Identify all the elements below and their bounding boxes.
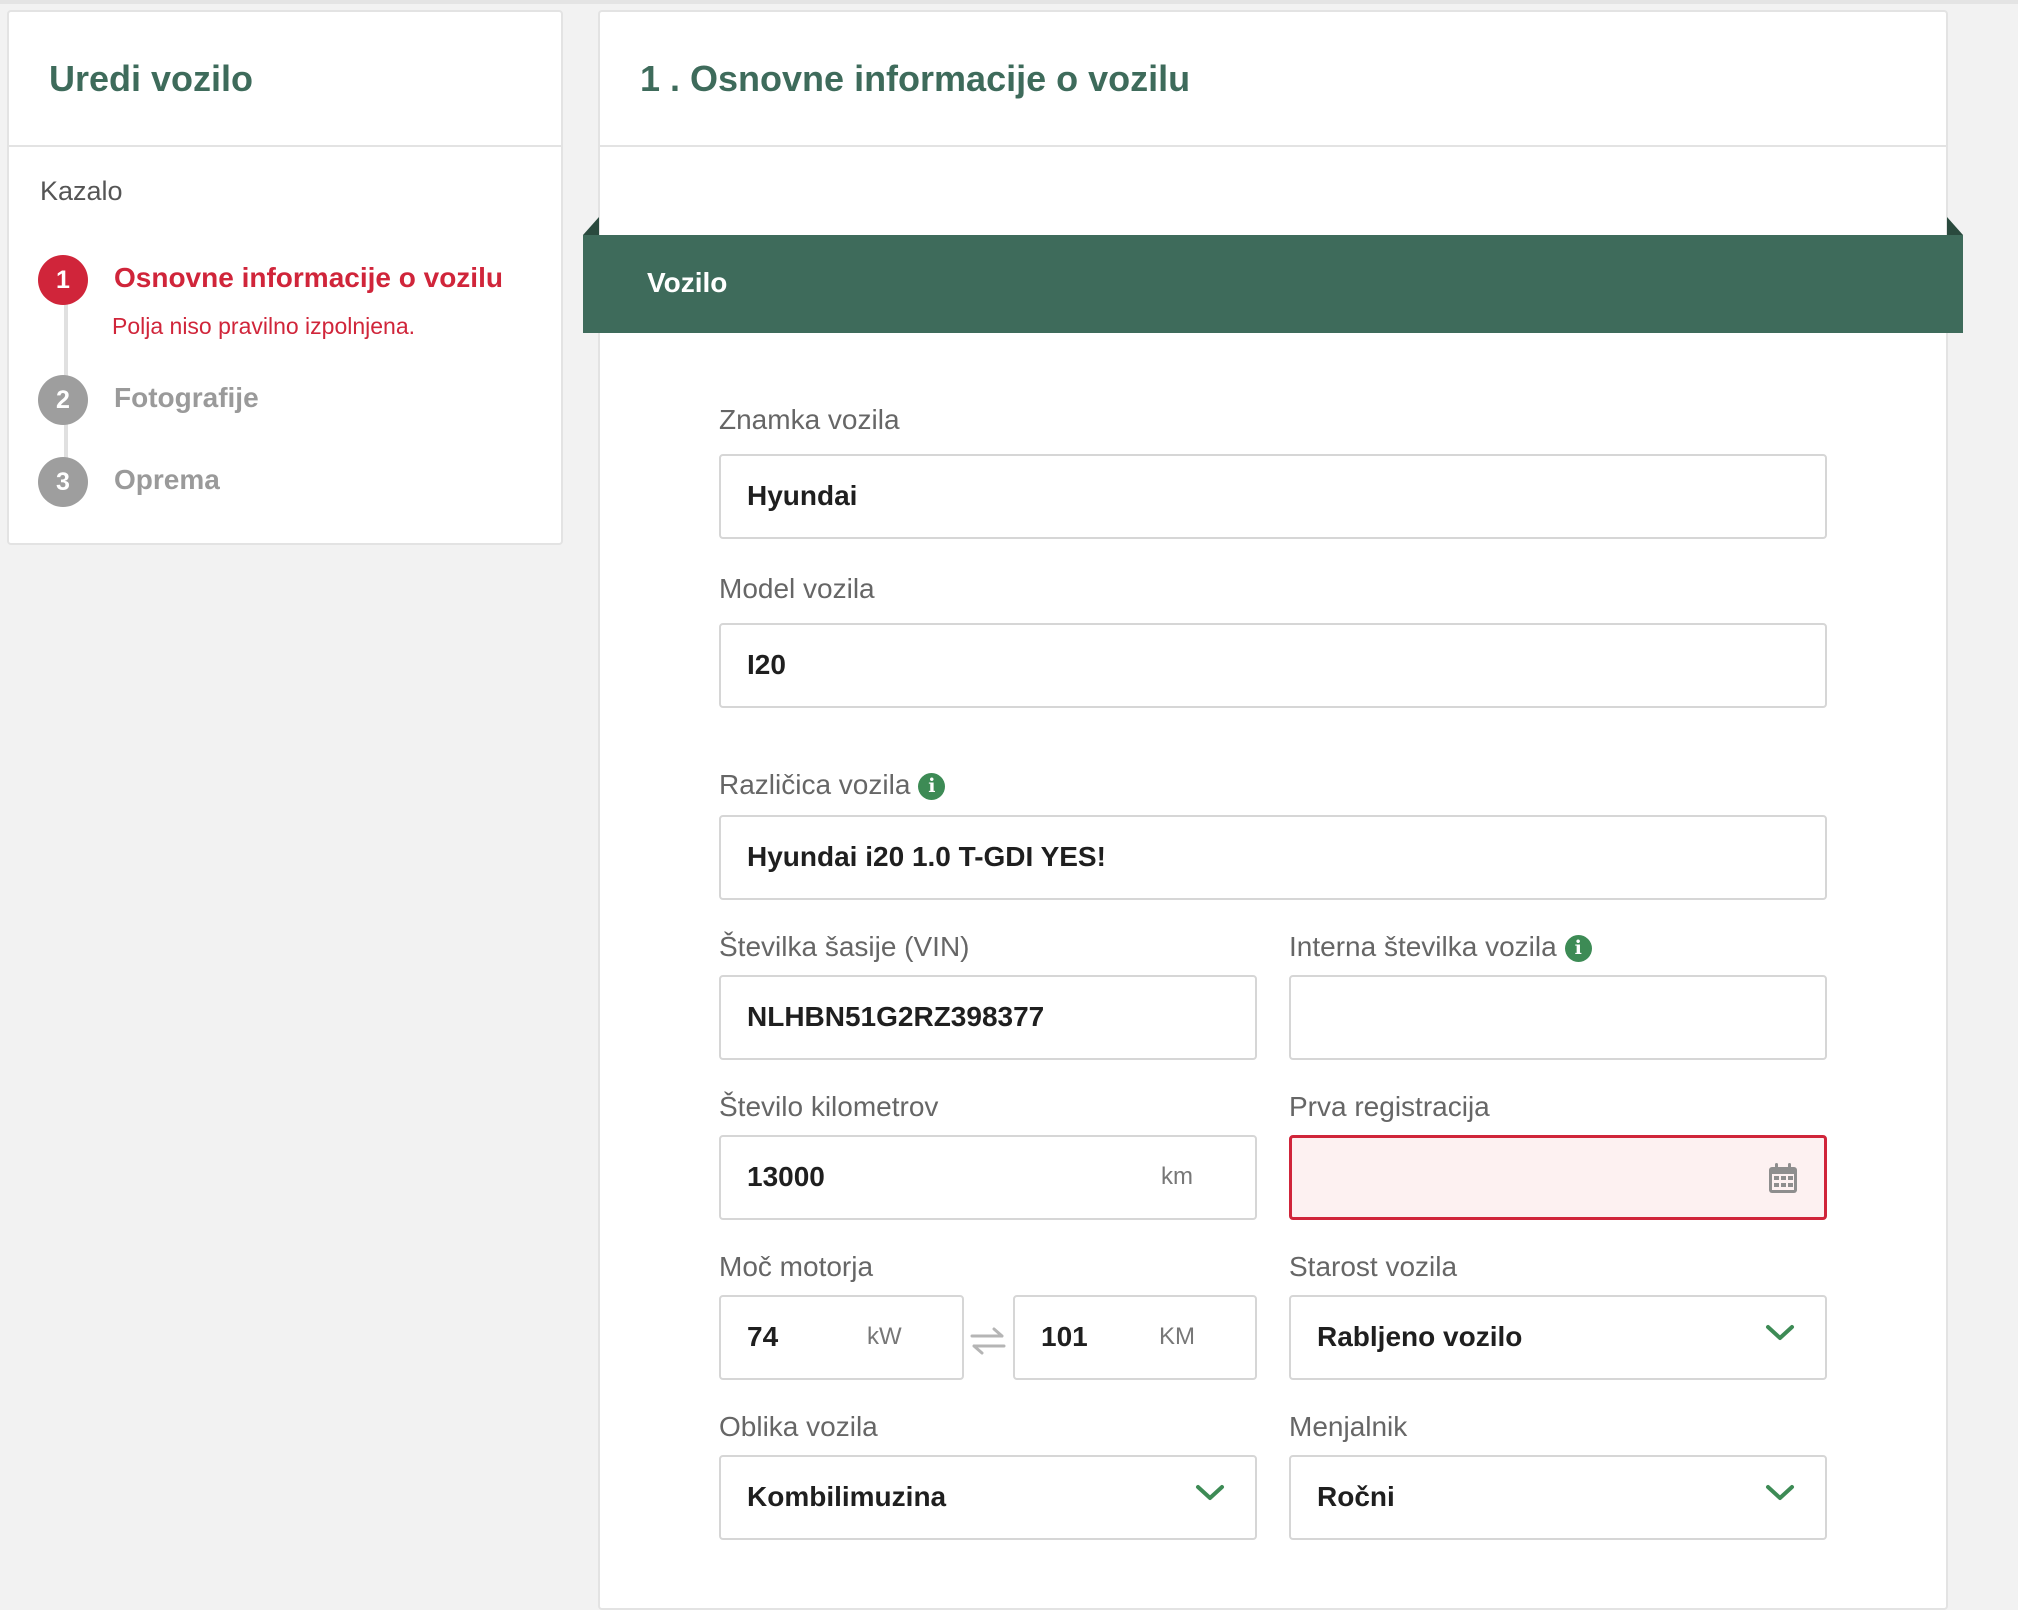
vin-field[interactable]: NLHBN51G2RZ398377 [719,975,1257,1060]
calendar-icon[interactable] [1768,1162,1798,1194]
power-hp-value: 101 [1041,1321,1088,1352]
variant-label-text: Različica vozila [719,769,911,800]
first-registration-field[interactable] [1289,1135,1827,1220]
body-type-label: Oblika vozila [719,1411,878,1442]
info-icon[interactable]: i [1564,935,1592,963]
body-type-select[interactable]: Kombilimuzina [719,1455,1257,1540]
vehicle-age-label: Starost vozila [1289,1251,1458,1282]
model-label: Model vozila [719,573,875,604]
page-title: 1 . Osnovne informacije o vozilu [640,58,1191,99]
chevron-down-icon [1766,1485,1794,1500]
variant-value: Hyundai i20 1.0 T-GDI YES! [747,841,1106,872]
chevron-down-icon [1766,1325,1794,1340]
step-number: 3 [38,457,88,507]
brand-field[interactable]: Hyundai [719,454,1827,539]
main-header: 1 . Osnovne informacije o vozilu [600,12,1946,147]
power-hp-unit: KM [1159,1323,1195,1350]
toc-label: Kazalo [40,176,123,206]
sidebar-title: Uredi vozilo [49,58,254,99]
section-ribbon: Vozilo [583,235,1963,333]
brand-label: Znamka vozila [719,404,900,435]
variant-label: Različica vozila i [719,769,946,801]
power-kw-unit: kW [867,1323,902,1350]
power-kw-field[interactable]: 74 kW [719,1295,964,1380]
mileage-unit: km [1161,1163,1193,1190]
ribbon-fold-right [1947,217,1963,235]
vehicle-age-value: Rabljeno vozilo [1317,1321,1523,1352]
internal-number-field[interactable] [1289,975,1827,1060]
model-value: I20 [747,649,786,680]
step-label: Oprema [114,464,220,495]
power-hp-field[interactable]: 101 KM [1013,1295,1257,1380]
chevron-down-icon [1196,1485,1224,1500]
model-field[interactable]: I20 [719,623,1827,708]
power-label: Moč motorja [719,1251,874,1282]
power-kw-value: 74 [747,1321,779,1352]
vehicle-age-select[interactable]: Rabljeno vozilo [1289,1295,1827,1380]
body-type-value: Kombilimuzina [747,1481,947,1512]
step-number: 2 [38,375,88,425]
gearbox-value: Ročni [1317,1481,1395,1512]
first-registration-label: Prva registracija [1289,1091,1490,1122]
gearbox-label: Menjalnik [1289,1411,1408,1442]
internal-number-label-text: Interna številka vozila [1289,931,1557,962]
swap-arrows-icon [970,1327,1006,1355]
step-label: Osnovne informacije o vozilu [114,262,503,293]
vin-value: NLHBN51G2RZ398377 [747,1001,1045,1032]
mileage-field[interactable]: 13000 km [719,1135,1257,1220]
ribbon-fold-left [583,217,599,235]
internal-number-label: Interna številka vozila i [1289,931,1592,963]
step-label: Fotografije [114,382,259,413]
gearbox-select[interactable]: Ročni [1289,1455,1827,1540]
step-error-message: Polja niso pravilno izpolnjena. [112,313,416,339]
vin-label: Številka šasije (VIN) [719,931,970,962]
info-icon[interactable]: i [918,773,946,801]
step-number: 1 [38,255,88,305]
mileage-label: Število kilometrov [719,1091,939,1122]
sidebar-header: Uredi vozilo [9,12,561,147]
top-border [0,0,2018,4]
section-title: Vozilo [647,267,728,298]
variant-field[interactable]: Hyundai i20 1.0 T-GDI YES! [719,815,1827,900]
mileage-value: 13000 [747,1161,825,1192]
brand-value: Hyundai [747,480,858,511]
